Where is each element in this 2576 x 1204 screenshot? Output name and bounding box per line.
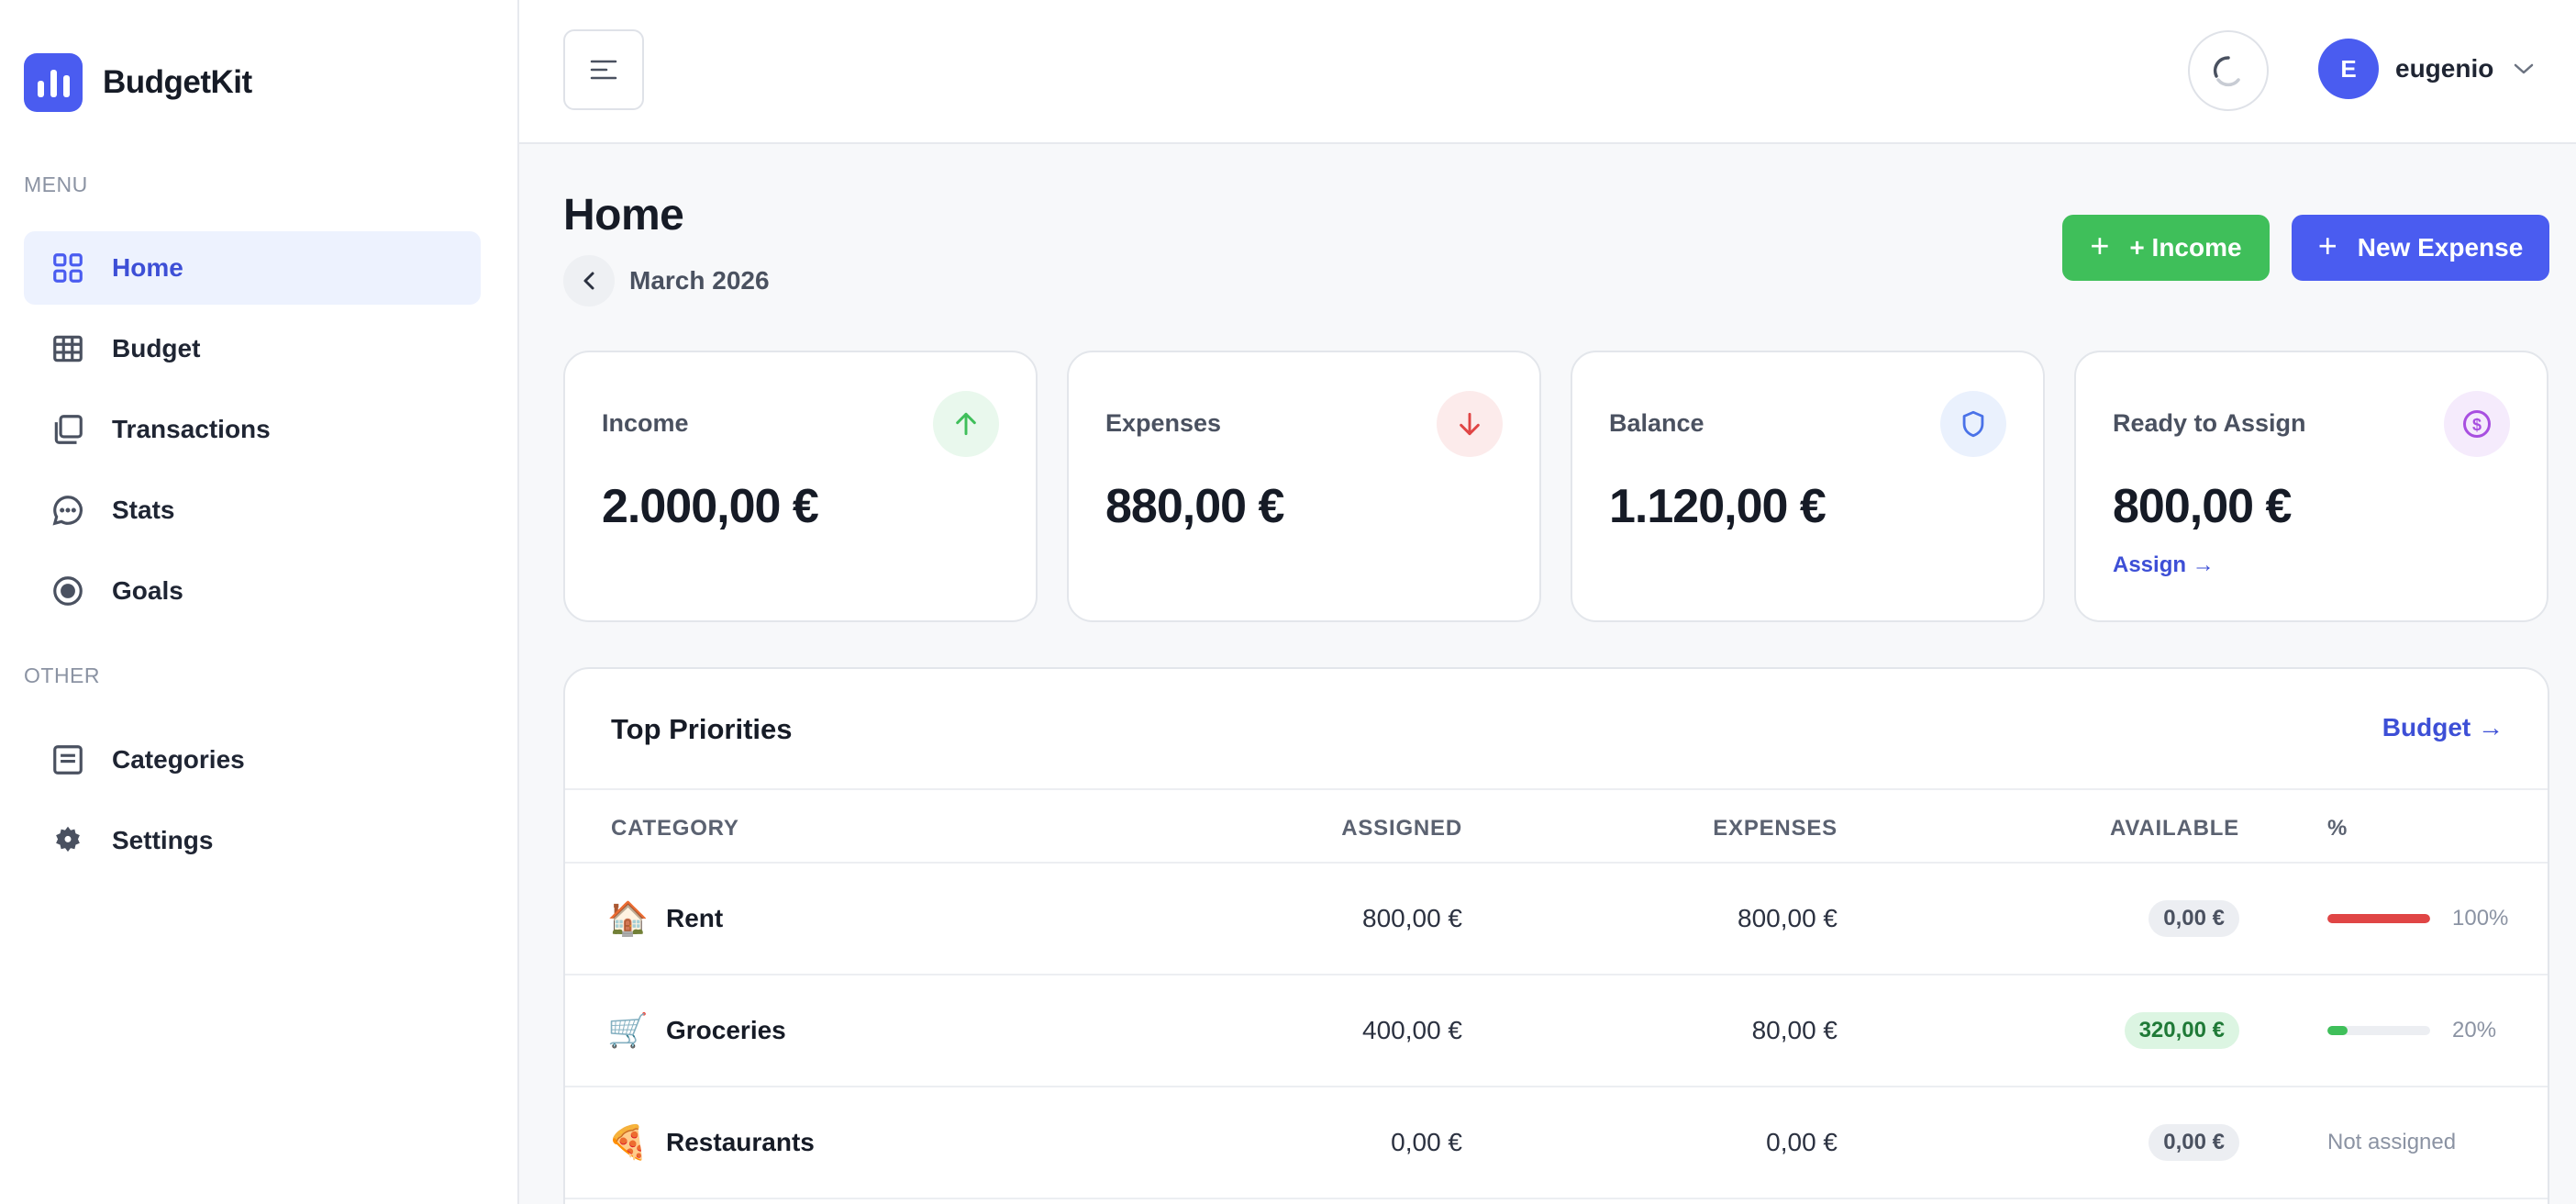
list-icon: [50, 741, 86, 778]
plus-icon: +: [2317, 227, 2337, 264]
table-header: CATEGORY ASSIGNED EXPENSES AVAILABLE %: [565, 788, 2548, 864]
sidebar-item-transactions[interactable]: Transactions: [24, 393, 481, 466]
sidebar-item-stats[interactable]: Stats: [24, 474, 481, 547]
gear-icon: [50, 822, 86, 859]
house-icon: 🏠: [607, 899, 649, 937]
plus-icon: +: [2090, 227, 2110, 264]
sidebar-item-label: Transactions: [112, 415, 271, 443]
chat-icon: [50, 492, 86, 529]
pizza-icon: 🍕: [607, 1123, 649, 1161]
category-name: Restaurants: [666, 1128, 815, 1156]
expenses-card: Expenses 880,00 €: [1067, 351, 1541, 622]
table-row[interactable]: 🏠 Rent 800,00 € 800,00 € 0,00 € 100%: [565, 864, 2548, 975]
user-menu[interactable]: E eugenio: [2318, 39, 2536, 99]
assigned-value: 800,00 €: [1362, 904, 1462, 932]
budgetkit-logo-icon: [24, 53, 83, 112]
cart-icon: 🛒: [607, 1011, 649, 1049]
income-card: Income 2.000,00 €: [563, 351, 1038, 622]
column-header-expenses: EXPENSES: [1713, 816, 1838, 841]
chevron-down-icon: [2515, 63, 2534, 74]
progress-bar: [2327, 1026, 2430, 1035]
add-income-label: + Income: [2129, 233, 2242, 262]
column-header-assigned: ASSIGNED: [1341, 816, 1462, 841]
assign-link[interactable]: Assign →: [2113, 552, 2215, 578]
expenses-value: 800,00 €: [1738, 904, 1838, 932]
ready-to-assign-card: Ready to Assign $ 800,00 € Assign →: [2074, 351, 2548, 622]
current-month-label: March 2026: [629, 266, 770, 295]
new-expense-button[interactable]: + New Expense: [2292, 215, 2549, 281]
sidebar-item-label: Stats: [112, 496, 175, 524]
shield-icon: [1940, 391, 2006, 457]
sidebar: BudgetKit MENU Home Budget Transactions …: [0, 0, 519, 1204]
top-priorities-panel: Top Priorities Budget → CATEGORY ASSIGNE…: [563, 667, 2549, 1204]
arrow-down-icon: [1437, 391, 1503, 457]
table-row[interactable]: 🛒 Groceries 400,00 € 80,00 € 320,00 € 20…: [565, 975, 2548, 1087]
sidebar-item-budget[interactable]: Budget: [24, 312, 481, 385]
other-section-label: OTHER: [24, 663, 100, 687]
card-label: Balance: [1609, 409, 1704, 437]
status-label: Not assigned: [2327, 1130, 2457, 1154]
table-icon: [50, 330, 86, 367]
expenses-value: 80,00 €: [1751, 1016, 1838, 1044]
svg-text:$: $: [2472, 416, 2482, 434]
progress-fill: [2327, 914, 2430, 923]
sidebar-item-home[interactable]: Home: [24, 231, 481, 305]
table-row[interactable]: 🍕 Restaurants 0,00 € 0,00 € 0,00 € Not a…: [565, 1087, 2548, 1199]
budget-link[interactable]: Budget →: [2382, 713, 2504, 742]
available-badge: 0,00 €: [2149, 1124, 2239, 1161]
brand[interactable]: BudgetKit: [24, 53, 252, 112]
category-name: Rent: [666, 904, 724, 932]
copy-icon: [50, 411, 86, 448]
grid-icon: [50, 250, 86, 286]
chevron-left-icon: [583, 272, 594, 290]
sidebar-item-categories[interactable]: Categories: [24, 723, 481, 797]
menu-toggle-button[interactable]: [563, 29, 644, 110]
page-title: Home: [563, 191, 684, 240]
category-name: Groceries: [666, 1016, 786, 1044]
assigned-value: 400,00 €: [1362, 1016, 1462, 1044]
top-header: E eugenio: [519, 0, 2576, 144]
spinner-icon: [2213, 56, 2240, 87]
panel-title: Top Priorities: [611, 713, 793, 745]
sidebar-item-settings[interactable]: Settings: [24, 804, 481, 877]
card-value: 1.120,00 €: [1609, 480, 1827, 533]
percent-label: 20%: [2452, 1018, 2497, 1042]
avatar: E: [2318, 39, 2379, 99]
new-expense-label: New Expense: [2357, 233, 2524, 262]
brand-name: BudgetKit: [103, 64, 252, 100]
card-value: 2.000,00 €: [602, 480, 819, 533]
previous-month-button[interactable]: [563, 255, 615, 307]
loading-button[interactable]: [2188, 30, 2269, 111]
month-navigator: March 2026: [563, 255, 770, 307]
menu-section-label: MENU: [24, 173, 88, 196]
sidebar-item-label: Categories: [112, 745, 245, 774]
sidebar-item-goals[interactable]: Goals: [24, 554, 481, 628]
dollar-icon: $: [2444, 391, 2510, 457]
sidebar-item-label: Budget: [112, 334, 201, 362]
column-header-percent: %: [2327, 816, 2348, 841]
card-label: Ready to Assign: [2113, 409, 2306, 437]
percent-label: 100%: [2452, 906, 2509, 931]
expenses-value: 0,00 €: [1766, 1128, 1838, 1156]
card-value: 880,00 €: [1105, 480, 1284, 533]
balance-card: Balance 1.120,00 €: [1571, 351, 2045, 622]
card-label: Expenses: [1105, 409, 1222, 437]
available-badge: 320,00 €: [2124, 1012, 2239, 1049]
sidebar-item-label: Settings: [112, 826, 214, 854]
username: eugenio: [2395, 54, 2494, 83]
menu-icon: [590, 60, 617, 80]
card-value: 800,00 €: [2113, 480, 2292, 533]
add-income-button[interactable]: + + Income: [2062, 215, 2270, 281]
available-badge: 0,00 €: [2149, 900, 2239, 937]
target-icon: [50, 573, 86, 609]
sidebar-item-label: Goals: [112, 576, 183, 605]
arrow-up-icon: [933, 391, 999, 457]
column-header-category: CATEGORY: [611, 816, 739, 841]
assigned-value: 0,00 €: [1391, 1128, 1462, 1156]
column-header-available: AVAILABLE: [2110, 816, 2239, 841]
card-label: Income: [602, 409, 689, 437]
progress-fill: [2327, 1026, 2348, 1035]
sidebar-item-label: Home: [112, 253, 183, 282]
progress-bar: [2327, 914, 2430, 923]
